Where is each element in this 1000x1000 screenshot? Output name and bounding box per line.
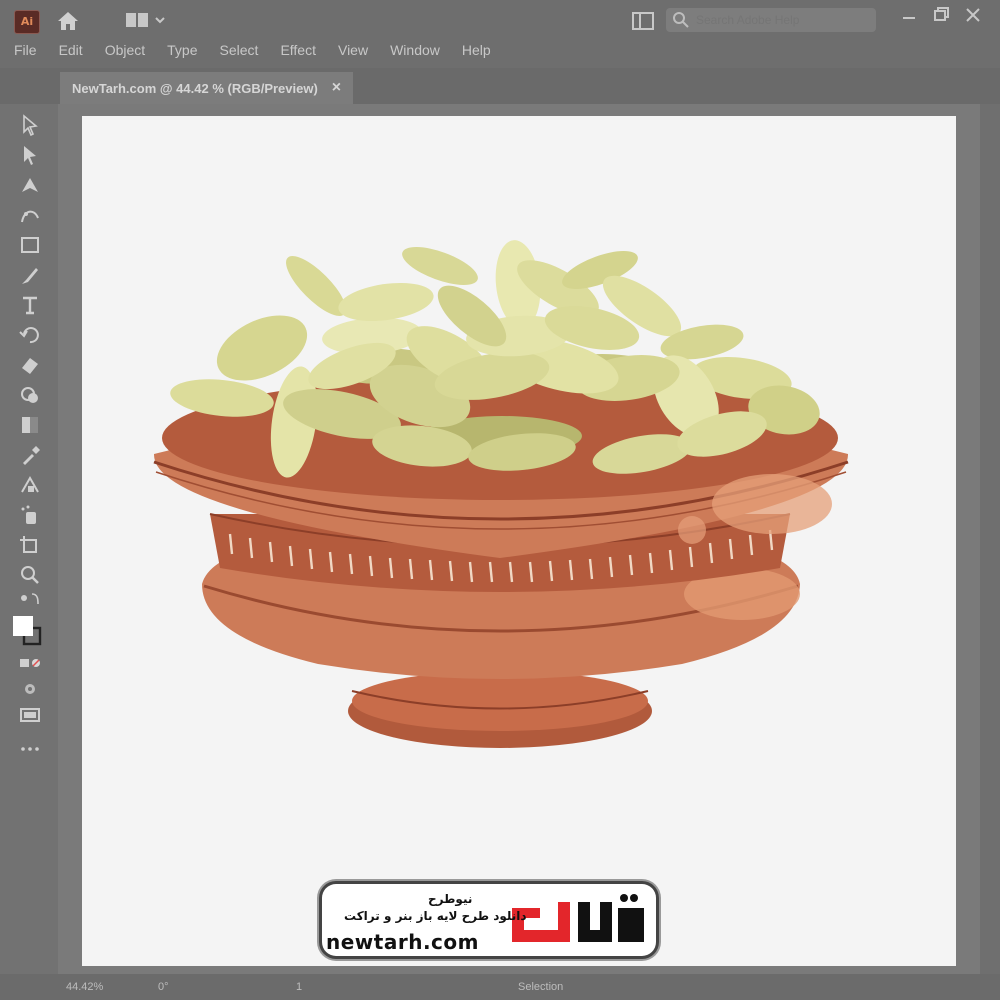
document-tab-label: NewTarh.com @ 44.42 % (RGB/Preview)	[72, 80, 318, 96]
menu-row: File Edit Object Type Select Effect View…	[14, 42, 513, 58]
document-tab-bar: NewTarh.com @ 44.42 % (RGB/Preview) ×	[0, 68, 1000, 104]
menu-edit[interactable]: Edit	[59, 42, 83, 58]
vertical-scrollbar[interactable]	[980, 104, 1000, 974]
bowl-of-seeds-illustration	[153, 240, 849, 748]
search-field[interactable]	[666, 8, 876, 32]
close-tab-icon[interactable]: ×	[332, 79, 341, 97]
status-bar: 44.42% 0° 1 Selection	[0, 974, 1000, 1000]
watermark-brand-fa: نیوطرح	[428, 892, 473, 906]
menu-file[interactable]: File	[14, 42, 37, 58]
document-tab[interactable]: NewTarh.com @ 44.42 % (RGB/Preview) ×	[60, 72, 354, 104]
curvature-tool-icon[interactable]	[18, 204, 42, 226]
zoom-tool-icon[interactable]	[18, 564, 42, 586]
app-logo: Ai	[14, 10, 40, 34]
artboard-navigator[interactable]: 1	[296, 981, 302, 993]
direct-selection-tool-icon[interactable]	[18, 144, 42, 166]
rotate-tool-icon[interactable]	[18, 324, 42, 346]
gradient-tool-icon[interactable]	[18, 414, 42, 436]
artboard-tool-icon[interactable]	[18, 534, 42, 556]
menu-bar: Ai File Edit Object Type Select Effect V…	[0, 0, 1000, 68]
eraser-tool-icon[interactable]	[18, 354, 42, 376]
fill-stroke-swatch-icon[interactable]	[12, 614, 42, 646]
search-icon	[673, 12, 689, 28]
search-input[interactable]	[694, 12, 868, 28]
draw-mode-icon[interactable]	[18, 678, 42, 700]
edit-toolbar-icon[interactable]	[18, 738, 42, 760]
type-tool-icon[interactable]	[18, 294, 42, 316]
eyedropper-tool-icon[interactable]	[18, 444, 42, 466]
selection-tool-icon[interactable]	[18, 114, 42, 136]
rotation-level[interactable]: 0°	[158, 981, 169, 993]
paintbrush-tool-icon[interactable]	[18, 264, 42, 286]
zoom-level[interactable]: 44.42%	[66, 981, 103, 993]
swap-fill-stroke-icon[interactable]	[18, 590, 42, 612]
tools-panel	[0, 104, 58, 974]
watermark-url: newtarh.com	[326, 930, 479, 954]
close-window-icon[interactable]	[964, 6, 982, 24]
pen-tool-icon[interactable]	[18, 174, 42, 196]
menu-effect[interactable]: Effect	[280, 42, 316, 58]
menu-help[interactable]: Help	[462, 42, 491, 58]
shape-builder-tool-icon[interactable]	[18, 384, 42, 406]
menu-view[interactable]: View	[338, 42, 368, 58]
arrange-documents-icon[interactable]	[126, 12, 170, 28]
menu-type[interactable]: Type	[167, 42, 197, 58]
screen-mode-icon[interactable]	[18, 704, 42, 726]
watermark-tagline-fa: دانلود طرح لایه باز بنر و تراکت	[344, 909, 527, 923]
symbol-sprayer-tool-icon[interactable]	[18, 504, 42, 526]
minimize-icon[interactable]	[900, 6, 918, 24]
workspace-switcher-icon[interactable]	[632, 12, 654, 30]
artboard[interactable]: نیوطرح دانلود طرح لایه باز بنر و تراکت n…	[82, 116, 956, 966]
rectangle-tool-icon[interactable]	[18, 234, 42, 256]
menu-select[interactable]: Select	[220, 42, 259, 58]
color-mode-icon[interactable]	[18, 652, 42, 674]
restore-icon[interactable]	[932, 6, 950, 24]
menu-object[interactable]: Object	[105, 42, 145, 58]
home-icon[interactable]	[56, 10, 80, 32]
blend-tool-icon[interactable]	[18, 474, 42, 496]
menu-window[interactable]: Window	[390, 42, 440, 58]
newtarh-watermark: نیوطرح دانلود طرح لایه باز بنر و تراکت n…	[322, 884, 656, 956]
current-tool-status: Selection	[518, 981, 564, 993]
